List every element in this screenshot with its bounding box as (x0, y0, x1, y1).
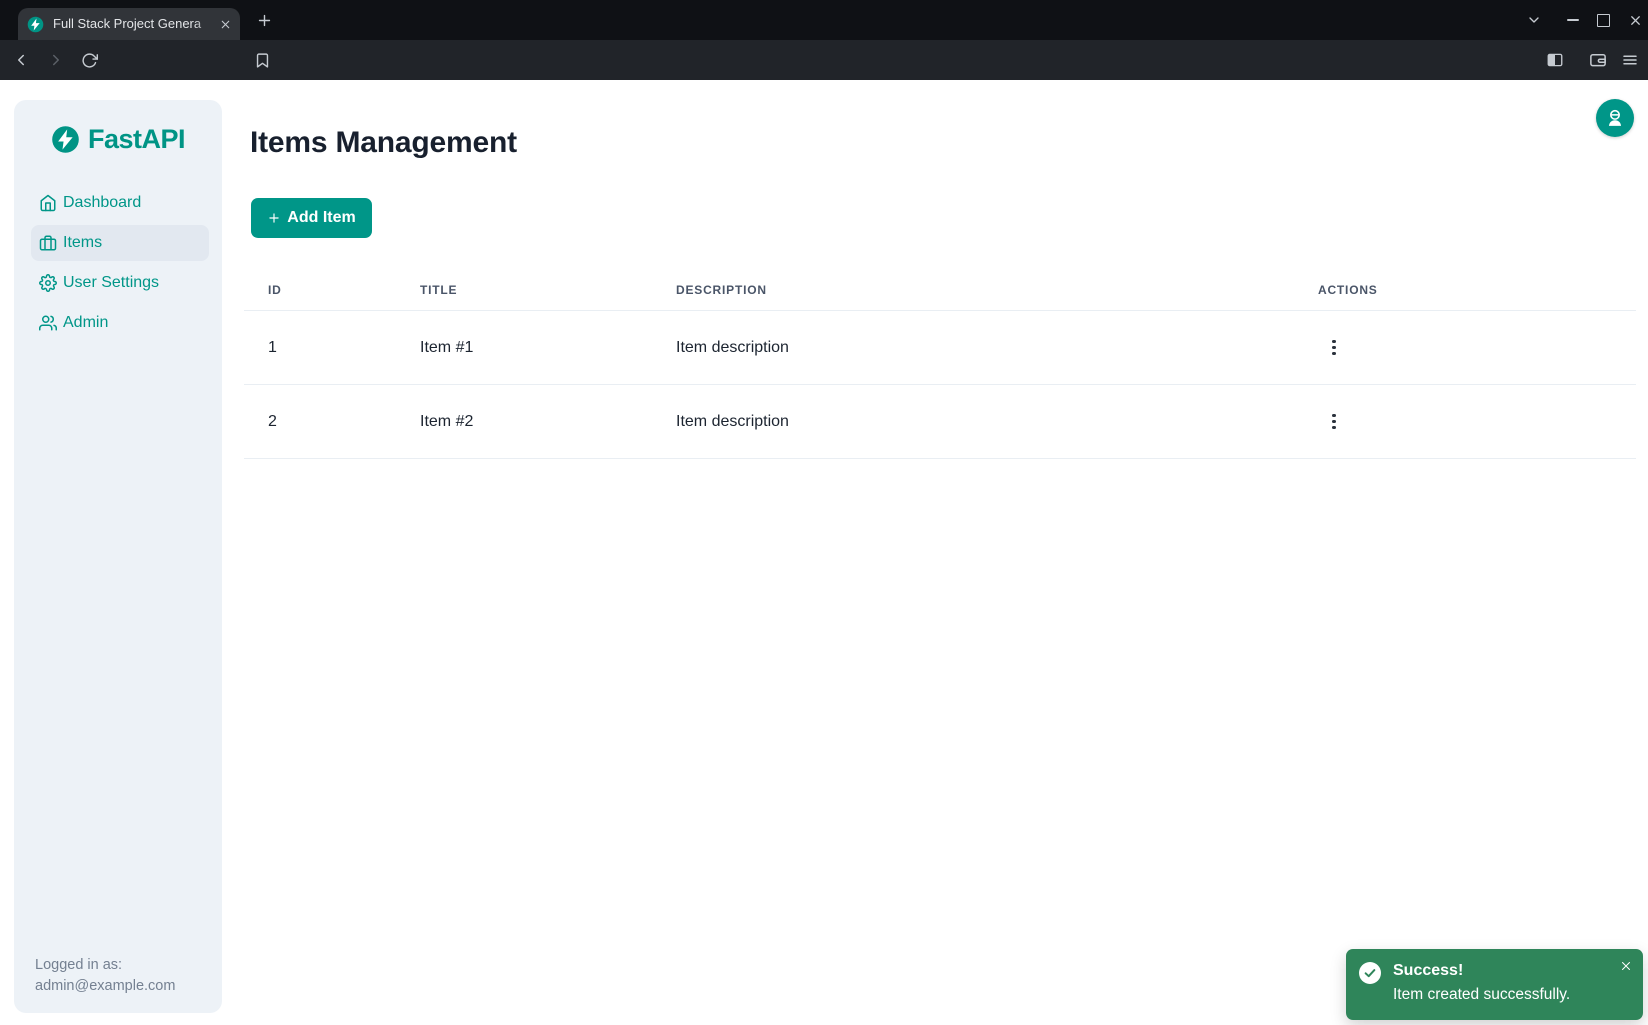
sidebar-item-label: Admin (63, 314, 108, 332)
forward-icon (47, 51, 65, 69)
hamburger-menu-icon (1621, 51, 1639, 69)
fastapi-bolt-icon (27, 16, 44, 33)
logged-in-email: admin@example.com (35, 976, 175, 997)
cell-title: Item #1 (396, 339, 652, 357)
new-tab-button[interactable] (252, 8, 276, 32)
minimize-button[interactable] (1561, 8, 1585, 32)
sidebar-nav: Dashboard Items User Settings (31, 185, 209, 345)
sidebar-item-label: User Settings (63, 274, 159, 292)
items-table: ID TITLE DESCRIPTION ACTIONS 1 Item #1 I… (244, 270, 1636, 459)
sidebar-item-items[interactable]: Items (31, 225, 209, 261)
table-row: 2 Item #2 Item description (244, 385, 1636, 459)
cell-id: 2 (244, 413, 396, 431)
fastapi-bolt-icon (51, 125, 80, 154)
user-avatar-button[interactable] (1596, 99, 1634, 137)
reload-icon (81, 52, 98, 69)
table-row: 1 Item #1 Item description (244, 311, 1636, 385)
side-panel-button[interactable] (1543, 48, 1567, 72)
toast-close-button[interactable] (1617, 957, 1635, 975)
kebab-menu-icon (1332, 340, 1336, 344)
column-header-actions: ACTIONS (1294, 283, 1636, 297)
browser-toolbar: localhost/items (0, 40, 1648, 80)
cell-title: Item #2 (396, 413, 652, 431)
close-icon (219, 18, 232, 31)
add-item-button[interactable]: Add Item (251, 198, 372, 238)
toast-title: Success! (1393, 962, 1463, 980)
cell-actions (1294, 408, 1636, 436)
logo-text: FastAPI (88, 124, 185, 155)
back-button[interactable] (9, 48, 33, 72)
close-icon (1628, 13, 1643, 28)
logged-in-info: Logged in as: admin@example.com (35, 955, 175, 997)
sidebar-item-label: Items (63, 234, 102, 252)
wallet-icon (1589, 51, 1607, 69)
close-icon (1620, 960, 1632, 972)
column-header-id: ID (244, 283, 396, 297)
home-icon (39, 194, 57, 212)
tab-search-button[interactable] (1522, 8, 1546, 32)
plus-icon (267, 211, 281, 225)
sidebar-item-label: Dashboard (63, 194, 141, 212)
bookmark-icon (254, 52, 271, 69)
kebab-menu-icon (1332, 414, 1336, 418)
sidebar-item-dashboard[interactable]: Dashboard (31, 185, 209, 221)
plus-icon (256, 12, 273, 29)
logged-in-label: Logged in as: (35, 955, 175, 976)
maximize-button[interactable] (1591, 8, 1615, 32)
cell-description: Item description (652, 413, 1294, 431)
add-item-label: Add Item (287, 209, 355, 227)
page-content: FastAPI Dashboard Items (0, 80, 1648, 1025)
cell-id: 1 (244, 339, 396, 357)
browser-tab-bar: Full Stack Project Genera (0, 0, 1648, 40)
reload-button[interactable] (77, 48, 101, 72)
wallet-button[interactable] (1586, 48, 1610, 72)
cell-actions (1294, 334, 1636, 362)
check-icon (1359, 962, 1381, 984)
briefcase-icon (39, 234, 57, 252)
sidebar-item-admin[interactable]: Admin (31, 305, 209, 341)
fastapi-logo: FastAPI (14, 124, 222, 155)
menu-button[interactable] (1618, 48, 1642, 72)
column-header-description: DESCRIPTION (652, 283, 1294, 297)
table-header-row: ID TITLE DESCRIPTION ACTIONS (244, 270, 1636, 311)
success-toast: Success! Item created successfully. (1346, 949, 1643, 1020)
side-panel-icon (1546, 51, 1564, 69)
cell-description: Item description (652, 339, 1294, 357)
users-icon (39, 314, 57, 332)
back-icon (12, 51, 30, 69)
minimize-icon (1567, 19, 1579, 21)
tab-title: Full Stack Project Genera (53, 16, 216, 32)
toast-message: Item created successfully. (1393, 986, 1570, 1004)
browser-tab[interactable]: Full Stack Project Genera (18, 8, 240, 40)
chevron-down-icon (1526, 12, 1542, 28)
user-astronaut-icon (1604, 107, 1626, 129)
row-actions-button[interactable] (1320, 334, 1348, 362)
tab-close-button[interactable] (216, 15, 235, 34)
gear-icon (39, 274, 57, 292)
forward-button[interactable] (44, 48, 68, 72)
page-title: Items Management (250, 124, 517, 161)
sidebar-item-user-settings[interactable]: User Settings (31, 265, 209, 301)
sidebar: FastAPI Dashboard Items (14, 100, 222, 1013)
close-window-button[interactable] (1623, 8, 1647, 32)
row-actions-button[interactable] (1320, 408, 1348, 436)
maximize-icon (1597, 14, 1610, 27)
column-header-title: TITLE (396, 283, 652, 297)
bookmark-button[interactable] (250, 48, 274, 72)
